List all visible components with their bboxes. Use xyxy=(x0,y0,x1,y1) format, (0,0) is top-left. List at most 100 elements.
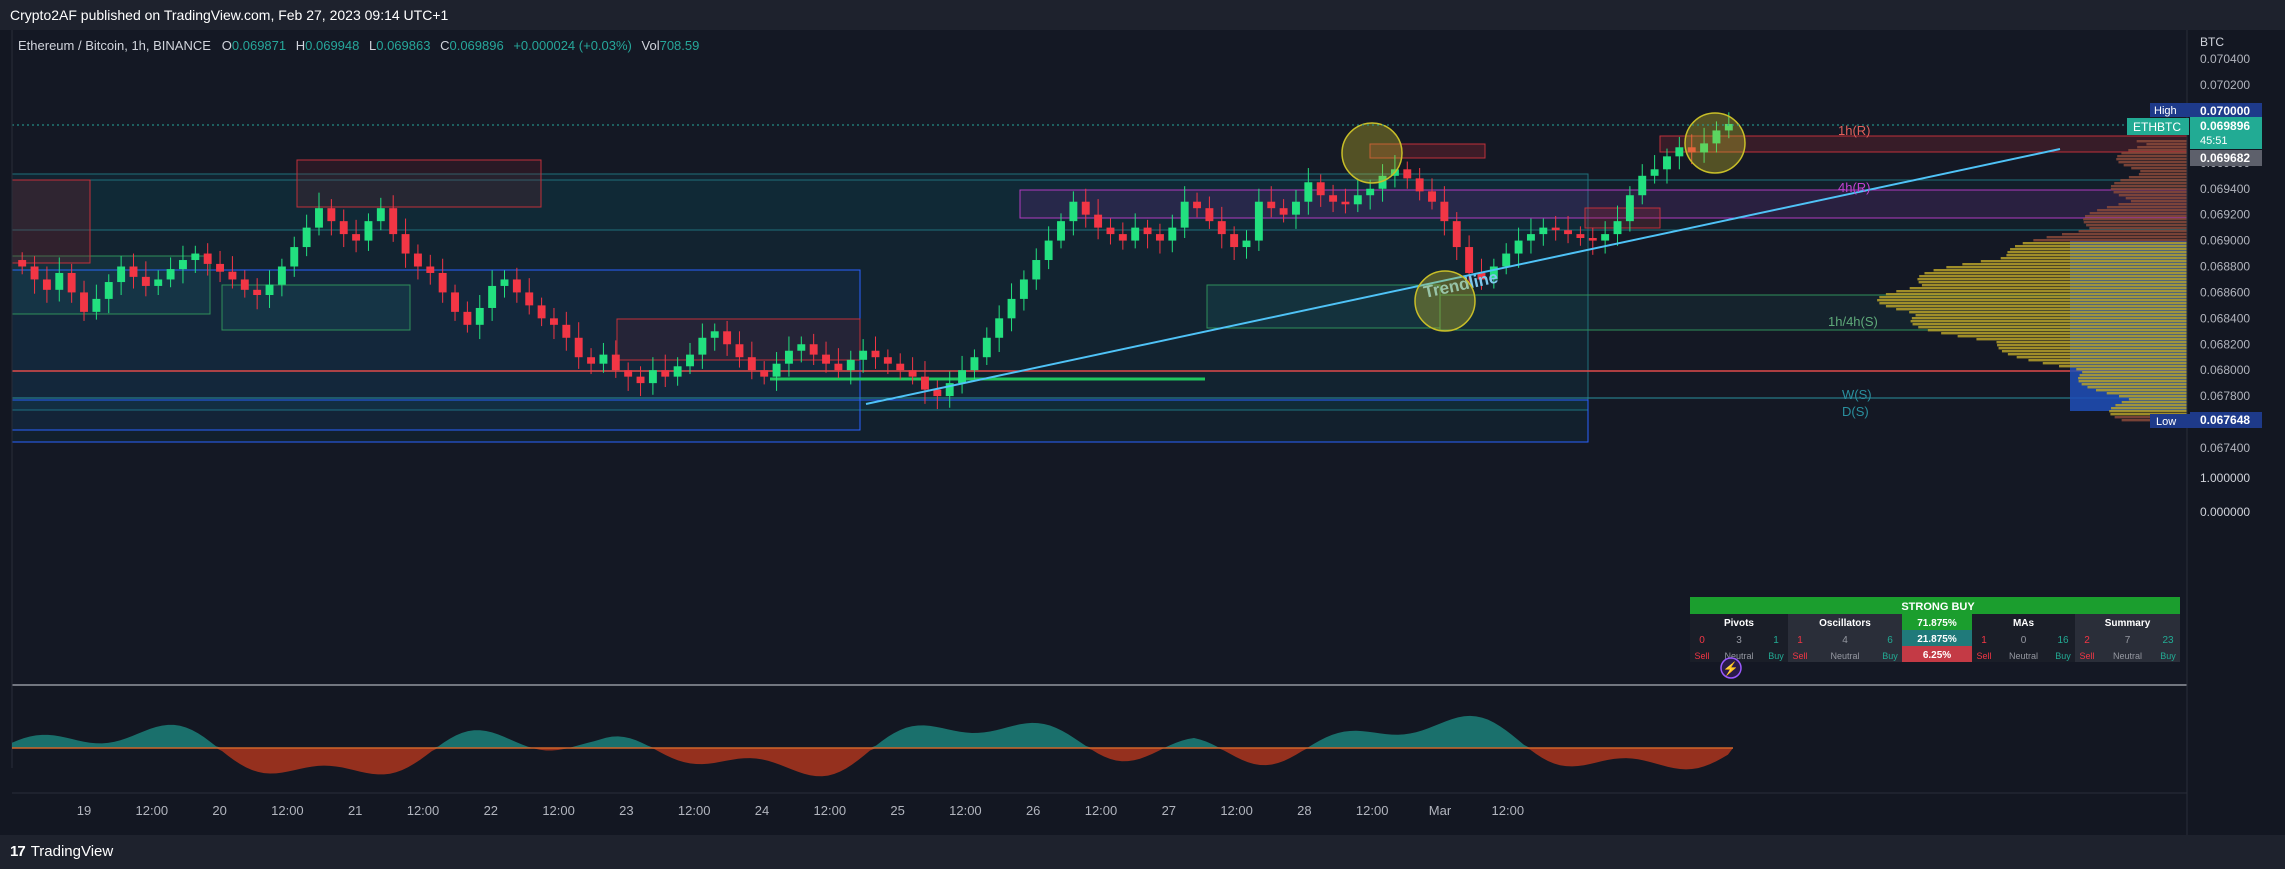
candle-body xyxy=(277,266,286,285)
ta-count: 1 xyxy=(1981,635,1987,646)
volume-profile-bar xyxy=(2137,146,2187,149)
candle-body xyxy=(982,337,991,358)
time-tick: 12:00 xyxy=(678,803,711,818)
candle-body xyxy=(1353,195,1362,205)
time-tick: 12:00 xyxy=(814,803,847,818)
legend-open-label: O xyxy=(221,38,232,53)
ta-count: 2 xyxy=(2084,635,2090,646)
candle-body xyxy=(859,350,868,360)
tradingview-logo-icon: 17 xyxy=(10,843,26,860)
candle-body xyxy=(1663,156,1671,170)
candle-body xyxy=(1304,182,1313,202)
volume-profile-bar xyxy=(2130,200,2187,203)
zone-box xyxy=(11,179,91,264)
candle-body xyxy=(178,260,187,270)
volume-profile-bar xyxy=(2121,152,2187,155)
price-tick: 0.068200 xyxy=(2200,337,2250,351)
level-tag-value: 0.069682 xyxy=(2200,151,2250,165)
candle-body xyxy=(1526,234,1535,241)
volume-profile-bar xyxy=(1924,272,2187,275)
volume-profile-bar xyxy=(2078,230,2187,233)
zone-box xyxy=(221,284,411,331)
candle-body xyxy=(1279,208,1288,215)
candle-body xyxy=(253,289,262,296)
volume-profile-bar xyxy=(1879,296,2187,299)
legend-volume-label: Vol xyxy=(641,38,660,53)
volume-profile-bar xyxy=(2118,161,2187,164)
ta-count: 1 xyxy=(1797,635,1803,646)
candle-body xyxy=(1094,214,1103,228)
volume-profile-bar xyxy=(1912,323,2187,326)
highlight-circle-1 xyxy=(1341,122,1403,184)
volume-profile-bar xyxy=(2118,395,2187,398)
candle-body xyxy=(995,318,1004,338)
tradingview-logo[interactable]: 17 TradingView xyxy=(10,835,113,869)
ta-count-label: Sell xyxy=(1694,651,1709,661)
time-tick: 24 xyxy=(755,803,769,818)
time-tick: 22 xyxy=(484,803,498,818)
osc-tick-1: 1.000000 xyxy=(2200,471,2250,485)
candle-body xyxy=(636,376,645,384)
ta-count: 1 xyxy=(1773,635,1779,646)
candle-body xyxy=(401,234,410,254)
candle-body xyxy=(1329,195,1338,202)
symbol-legend: Ethereum / Bitcoin, 1h, BINANCE O0.06987… xyxy=(18,38,705,53)
ta-count-label: Sell xyxy=(1792,651,1807,661)
candle-body xyxy=(611,354,620,371)
ta-count: 23 xyxy=(2162,635,2174,646)
volume-profile-bar xyxy=(2120,179,2187,182)
ta-count: 16 xyxy=(2057,635,2069,646)
volume-profile-bar xyxy=(1911,317,2187,320)
time-tick: 12:00 xyxy=(1220,803,1253,818)
bar-countdown: 45:51 xyxy=(2200,135,2228,147)
volume-profile-bar xyxy=(2089,227,2187,230)
candle-body xyxy=(302,227,311,248)
ta-summary-text: STRONG BUY xyxy=(1901,601,1975,613)
time-tick: 27 xyxy=(1162,803,1176,818)
ta-col-title: Pivots xyxy=(1724,618,1754,629)
ta-count-label: Neutral xyxy=(2009,651,2038,661)
candle-body xyxy=(1564,230,1573,235)
candle-body xyxy=(896,363,905,371)
ta-count-label: Buy xyxy=(1768,651,1784,661)
volume-profile-bar xyxy=(1998,347,2187,350)
legend-symbol[interactable]: Ethereum / Bitcoin, 1h, BINANCE xyxy=(18,38,211,53)
volume-profile-bar xyxy=(1885,305,2187,308)
candle-body xyxy=(352,234,361,241)
candle-body xyxy=(883,357,892,364)
legend-change: +0.000024 (+0.03%) xyxy=(513,38,632,53)
candle-body xyxy=(822,354,830,364)
candle-body xyxy=(117,266,126,283)
time-tick: 21 xyxy=(348,803,362,818)
volume-profile-bar xyxy=(2061,233,2187,236)
legend-low: 0.069863 xyxy=(376,38,431,53)
candle-body xyxy=(1452,221,1461,248)
candle-body xyxy=(797,344,806,351)
volume-profile-bar xyxy=(2111,407,2187,410)
volume-profile-bar xyxy=(2007,251,2187,254)
chart-canvas[interactable]: Trendline 1h(R) 4h(R) 1h/4h(S) W(S) D(S)… xyxy=(0,30,2285,835)
candle-body xyxy=(1143,227,1152,235)
candle-body xyxy=(290,247,299,267)
volume-profile-bar xyxy=(2079,374,2187,377)
candle-body xyxy=(921,376,929,390)
candle-body xyxy=(673,366,682,377)
candle-body xyxy=(1044,240,1053,261)
candle-body xyxy=(1007,298,1016,319)
candle-body xyxy=(18,260,27,267)
candle-body xyxy=(191,253,200,261)
candle-body xyxy=(1019,279,1028,299)
volume-profile-bar xyxy=(1879,302,2187,305)
volume-profile-bar xyxy=(2016,356,2187,359)
candle-body xyxy=(1168,227,1177,241)
ta-col-title: MAs xyxy=(2013,618,2035,629)
candle-body xyxy=(574,337,583,358)
label-4h-resistance: 4h(R) xyxy=(1838,180,1871,195)
ta-pct-buy: 71.875% xyxy=(1917,618,1957,629)
volume-profile-bar xyxy=(1997,344,2187,347)
candle-body xyxy=(599,354,608,364)
candle-body xyxy=(104,282,113,299)
volume-profile-bar xyxy=(1877,299,2187,302)
ta-count-label: Sell xyxy=(1976,651,1991,661)
candle-body xyxy=(500,279,509,286)
